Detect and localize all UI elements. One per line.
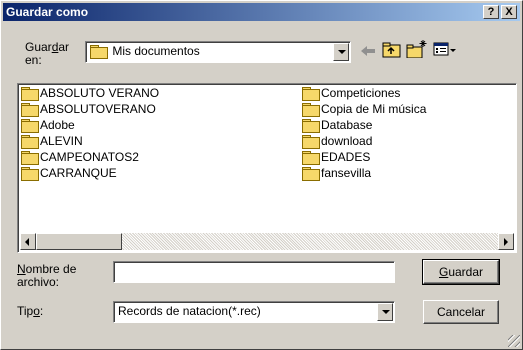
title-bar[interactable]: Guardar como ? X	[3, 3, 520, 21]
folder-icon	[21, 103, 39, 117]
look-in-label: Guardar en:	[25, 40, 70, 67]
folder-icon	[302, 151, 320, 165]
folder-icon	[21, 87, 39, 101]
file-type-select[interactable]: Records de natacion(*.rec)	[113, 301, 395, 323]
save-button[interactable]: Guardar	[422, 259, 500, 285]
up-folder-icon[interactable]	[382, 41, 402, 61]
list-item[interactable]: Database	[302, 117, 372, 133]
file-name-input[interactable]	[113, 261, 395, 283]
scroll-left-icon[interactable]	[20, 233, 36, 250]
look-in-combo[interactable]: Mis documentos	[85, 41, 351, 63]
look-in-value: Mis documentos	[112, 44, 200, 58]
list-item[interactable]: CARRANQUE	[21, 165, 117, 181]
folder-icon	[302, 167, 320, 181]
folder-icon	[21, 119, 39, 133]
chevron-down-icon[interactable]	[333, 43, 349, 61]
close-button[interactable]: X	[501, 5, 517, 19]
list-item[interactable]: CAMPEONATOS2	[21, 149, 139, 165]
list-item[interactable]: ABSOLUTO VERANO	[21, 85, 159, 101]
resize-grip-icon[interactable]	[508, 335, 520, 347]
window-title: Guardar como	[6, 5, 89, 19]
list-item[interactable]: download	[302, 133, 372, 149]
new-folder-icon[interactable]	[406, 38, 428, 58]
folder-icon	[21, 151, 39, 165]
help-button[interactable]: ?	[483, 5, 499, 19]
horizontal-scrollbar[interactable]	[20, 233, 514, 250]
list-item[interactable]: EDADES	[302, 149, 370, 165]
back-arrow-icon[interactable]	[359, 43, 377, 63]
scroll-thumb[interactable]	[36, 233, 122, 250]
chevron-down-icon[interactable]	[377, 303, 393, 321]
list-item[interactable]: Adobe	[21, 117, 75, 133]
file-list[interactable]: ABSOLUTO VERANO ABSOLUTOVERANO Adobe ALE…	[17, 83, 517, 253]
file-name-label: Nombre de archivo:	[17, 262, 77, 289]
cancel-button[interactable]: Cancelar	[423, 300, 499, 324]
folder-icon	[302, 87, 320, 101]
list-item[interactable]: Copia de Mi música	[302, 101, 426, 117]
list-item[interactable]: Competiciones	[302, 85, 400, 101]
list-item[interactable]: fansevilla	[302, 165, 371, 181]
folder-icon	[302, 103, 320, 117]
view-menu-icon[interactable]	[433, 41, 457, 61]
save-as-dialog: Guardar como ? X Guardar en: Mis documen…	[0, 0, 523, 350]
folder-icon	[302, 135, 320, 149]
folder-icon	[21, 135, 39, 149]
file-type-label: Tipo:	[17, 304, 44, 318]
folder-icon	[302, 119, 320, 133]
list-item[interactable]: ABSOLUTOVERANO	[21, 101, 156, 117]
scroll-right-icon[interactable]	[498, 233, 514, 250]
list-item[interactable]: ALEVIN	[21, 133, 83, 149]
my-documents-folder-icon	[90, 45, 108, 59]
folder-icon	[21, 167, 39, 181]
